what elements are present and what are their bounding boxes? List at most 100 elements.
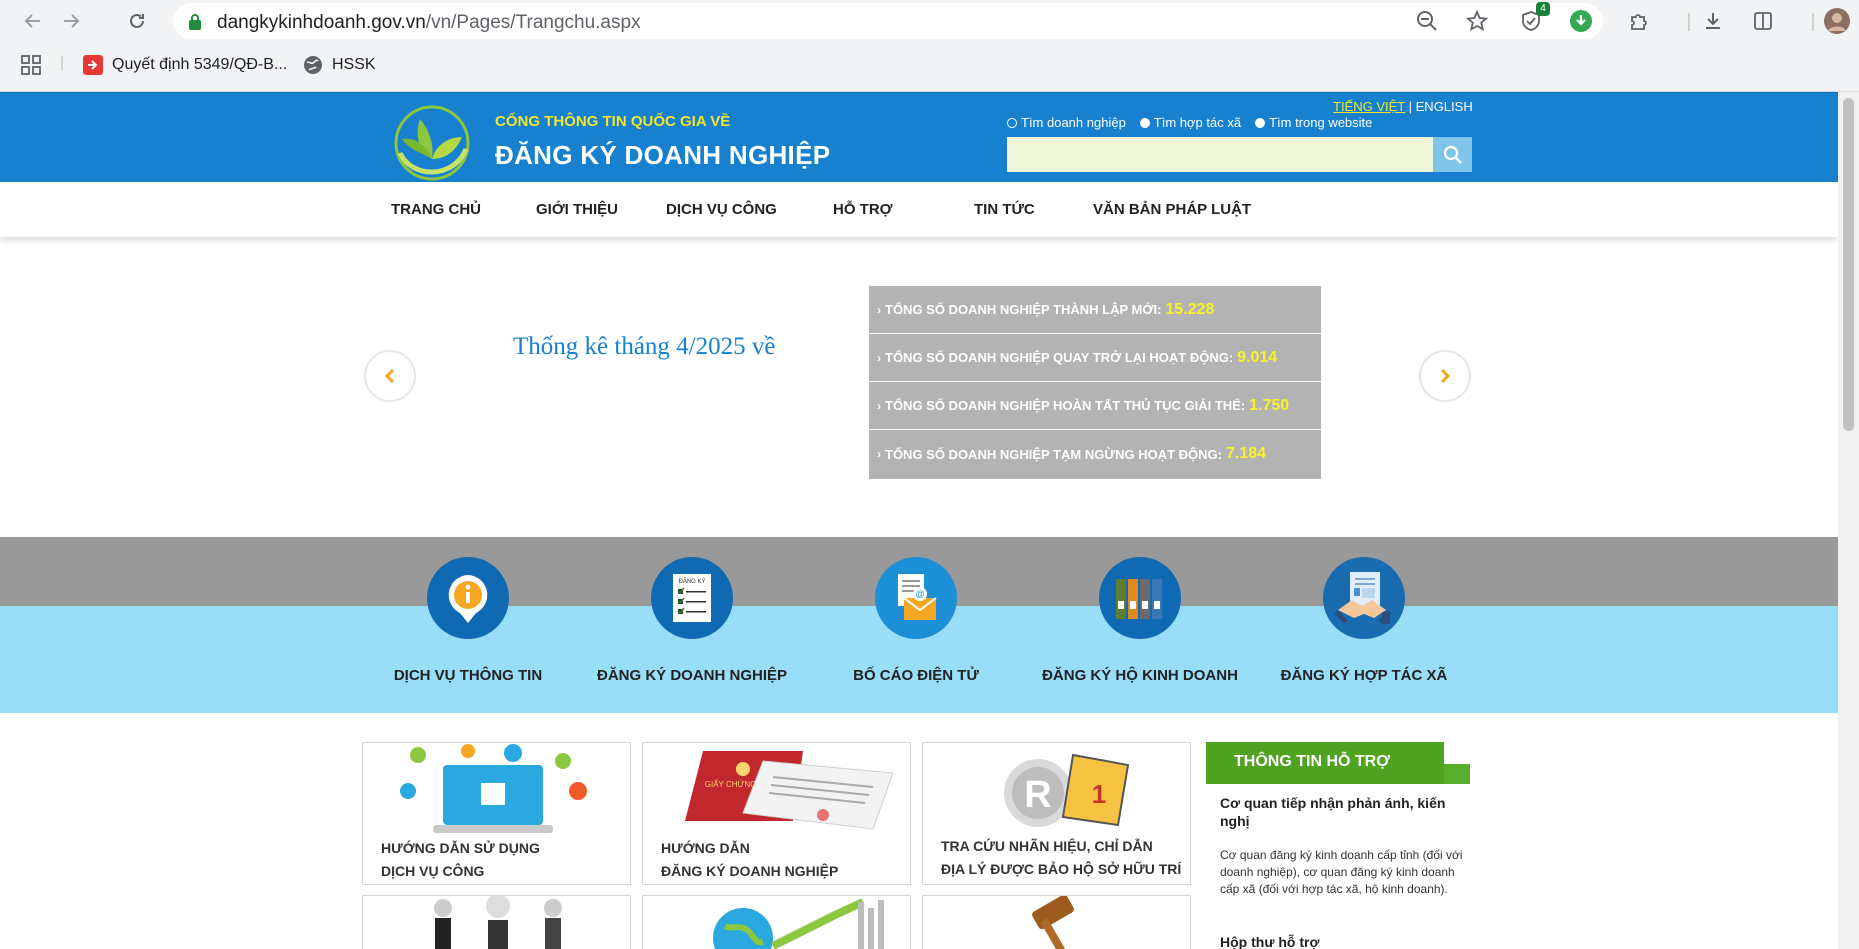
card-caption: HƯỚNG DẪN SỬ DỤNG DỊCH VỤ CÔNG bbox=[381, 840, 540, 879]
support-answer: Cơ quan đăng ký kinh doanh cấp tỉnh (đối… bbox=[1220, 848, 1463, 896]
profile-avatar[interactable] bbox=[1822, 6, 1852, 36]
stat-row[interactable]: › TỔNG SỐ DOANH NGHIỆP HOÀN TẤT THỦ TỤC G… bbox=[869, 382, 1321, 430]
lang-english-link[interactable]: ENGLISH bbox=[1416, 99, 1473, 114]
guide-card-row2[interactable] bbox=[922, 895, 1191, 949]
guide-card-dich-vu-cong[interactable]: HƯỚNG DẪN SỬ DỤNG DỊCH VỤ CÔNG bbox=[362, 742, 631, 885]
bookmarks-bar: | Quyết định 5349/QĐ-B... HSSK bbox=[0, 42, 1859, 92]
pdf-icon bbox=[82, 54, 104, 76]
web-page: CỔNG THÔNG TIN QUỐC GIA VỀ ĐĂNG KÝ DOANH… bbox=[0, 92, 1838, 949]
language-switcher: TIẾNG VIỆT | ENGLISH bbox=[1333, 99, 1473, 114]
radio-tim-hop-tac-xa[interactable]: Tìm hợp tác xã bbox=[1139, 115, 1241, 130]
radio-circle[interactable] bbox=[1255, 117, 1266, 128]
slider-next-button[interactable] bbox=[1419, 350, 1471, 402]
chevron-right-icon: › bbox=[877, 398, 881, 413]
back-icon[interactable] bbox=[18, 6, 48, 36]
stat-row[interactable]: › TỔNG SỐ DOANH NGHIỆP THÀNH LẬP MỚI: 15.2… bbox=[869, 286, 1321, 334]
search-button[interactable] bbox=[1433, 137, 1472, 172]
downloads-icon[interactable] bbox=[1698, 6, 1728, 36]
nav-van-ban-phap-luat[interactable]: VĂN BẢN PHÁP LUẬT bbox=[1093, 201, 1251, 218]
svg-text:R: R bbox=[1024, 774, 1051, 816]
nav-gioi-thieu[interactable]: GIỚI THIỆU bbox=[536, 201, 618, 218]
apps-grid-icon[interactable] bbox=[20, 54, 42, 76]
radio-tim-trong-website[interactable]: Tìm trong website bbox=[1255, 115, 1372, 130]
url-text: dangkykinhdoanh.gov.vn/vn/Pages/Trangchu… bbox=[217, 12, 641, 33]
site-logo[interactable] bbox=[392, 101, 474, 183]
certificate-illustration: GIẤY CHỨNG NHẬN bbox=[685, 751, 894, 830]
bookmark-label: HSSK bbox=[332, 56, 376, 73]
guide-card-row2[interactable] bbox=[642, 895, 911, 949]
business-people-illustration bbox=[434, 896, 562, 949]
search-input[interactable] bbox=[1007, 137, 1433, 172]
support-header: THÔNG TIN HỖ TRỢ bbox=[1206, 742, 1470, 784]
lang-vietnamese-link[interactable]: TIẾNG VIỆT bbox=[1333, 99, 1405, 114]
email-document-icon: @ bbox=[875, 557, 957, 639]
support-header-notch bbox=[1444, 742, 1470, 764]
support-heading: THÔNG TIN HỖ TRỢ bbox=[1206, 742, 1444, 784]
service-dang-ky-doanh-nghiep[interactable]: ĐĂNG KÝ ĐĂNG KÝ DOANH NGHIỆP bbox=[577, 557, 807, 684]
gavel-icon bbox=[1032, 896, 1074, 949]
service-bo-cao-dien-tu[interactable]: @ BỐ CÁO ĐIỆN TỬ bbox=[801, 557, 1031, 684]
stats-heading: Thống kê tháng 4/2025 về bbox=[513, 333, 776, 360]
search-icon bbox=[1443, 145, 1462, 164]
side-panel-icon[interactable] bbox=[1748, 6, 1778, 36]
svg-text:@: @ bbox=[915, 589, 924, 599]
card-caption: HƯỚNG DẪN ĐĂNG KÝ DOANH NGHIỆP bbox=[661, 840, 839, 879]
binders-icon bbox=[1099, 557, 1181, 639]
laptop-services-illustration bbox=[400, 744, 587, 833]
radio-circle[interactable] bbox=[1007, 117, 1017, 128]
svg-text:1: 1 bbox=[1092, 779, 1106, 809]
nav-dich-vu-cong[interactable]: DỊCH VỤ CÔNG bbox=[666, 201, 777, 218]
zoom-out-icon[interactable] bbox=[1412, 6, 1442, 36]
radio-tim-doanh-nghiep[interactable]: Tìm doanh nghiệp bbox=[1007, 115, 1126, 130]
site-header: CỔNG THÔNG TIN QUỐC GIA VỀ ĐĂNG KÝ DOANH… bbox=[0, 92, 1838, 182]
chevron-left-icon bbox=[384, 368, 395, 384]
site-subtitle: CỔNG THÔNG TIN QUỐC GIA VỀ bbox=[495, 113, 731, 130]
handshake-contract-icon bbox=[1323, 557, 1405, 639]
lang-separator: | bbox=[1408, 99, 1413, 114]
service-dich-vu-thong-tin[interactable]: DỊCH VỤ THÔNG TIN bbox=[353, 557, 583, 684]
bookmark-label: Quyết định 5349/QĐ-B... bbox=[112, 56, 288, 73]
main-nav: TRANG CHỦ GIỚI THIỆU DỊCH VỤ CÔNG HỖ TRỢ… bbox=[0, 182, 1838, 237]
checklist-document-icon: ĐĂNG KÝ bbox=[651, 557, 733, 639]
chevron-right-icon: › bbox=[877, 447, 881, 461]
globe-growth-illustration bbox=[713, 898, 884, 949]
bookmark-star-icon[interactable] bbox=[1462, 6, 1492, 36]
site-info-icon[interactable] bbox=[187, 13, 203, 36]
slider-prev-button[interactable] bbox=[364, 350, 416, 402]
service-dang-ky-hop-tac-xa[interactable]: ĐĂNG KÝ HỢP TÁC XÃ bbox=[1249, 557, 1479, 684]
support-mailbox[interactable]: Hộp thư hỗ trợ bbox=[1220, 934, 1319, 949]
download-extension-icon[interactable] bbox=[1566, 6, 1596, 36]
page-scrollbar[interactable] bbox=[1838, 92, 1859, 949]
extensions-puzzle-icon[interactable] bbox=[1624, 6, 1654, 36]
forward-icon[interactable] bbox=[56, 6, 86, 36]
browser-toolbar: dangkykinhdoanh.gov.vn/vn/Pages/Trangchu… bbox=[0, 0, 1859, 42]
stat-row[interactable]: › TỔNG SỐ DOANH NGHIỆP TẠM NGỪNG HOẠT ĐỘN… bbox=[869, 430, 1321, 478]
address-bar[interactable]: dangkykinhdoanh.gov.vn/vn/Pages/Trangchu… bbox=[173, 3, 1603, 39]
nav-trang-chu[interactable]: TRANG CHỦ bbox=[391, 201, 481, 218]
globe-icon bbox=[302, 54, 324, 76]
scrollbar-thumb[interactable] bbox=[1843, 98, 1854, 431]
svg-text:ĐĂNG KÝ: ĐĂNG KÝ bbox=[678, 578, 705, 585]
service-dang-ky-ho-kinh-doanh[interactable]: ĐĂNG KÝ HỘ KINH DOANH bbox=[1025, 557, 1255, 684]
bookmark-hssk[interactable]: HSSK bbox=[302, 54, 376, 76]
chevron-right-icon bbox=[1440, 368, 1451, 384]
extension-badge: 4 bbox=[1536, 2, 1550, 16]
trademark-illustration: R 1 bbox=[1004, 753, 1130, 827]
site-title[interactable]: ĐĂNG KÝ DOANH NGHIỆP bbox=[495, 140, 830, 171]
stat-row[interactable]: › TỔNG SỐ DOANH NGHIỆP QUAY TRỞ LẠI HOẠT … bbox=[869, 334, 1321, 382]
card-caption: TRA CỨU NHÃN HIỆU, CHỈ DẪN ĐỊA LÝ ĐƯỢC BẢ… bbox=[941, 838, 1182, 877]
info-bubble-icon bbox=[427, 557, 509, 639]
nav-ho-tro[interactable]: HỖ TRỢ bbox=[833, 201, 892, 218]
guide-card-row2[interactable] bbox=[362, 895, 631, 949]
bookmark-quyet-dinh[interactable]: Quyết định 5349/QĐ-B... bbox=[82, 54, 287, 76]
guide-card-tra-cuu-nhan-hieu[interactable]: R 1 TRA CỨU NHÃN HIỆU, CHỈ DẪN ĐỊA LÝ ĐƯỢ… bbox=[922, 742, 1191, 885]
guide-card-dang-ky-doanh-nghiep[interactable]: GIẤY CHỨNG NHẬN HƯỚNG DẪN ĐĂNG KÝ DOANH N… bbox=[642, 742, 911, 885]
support-question[interactable]: Cơ quan tiếp nhận phản ánh, kiến nghị bbox=[1220, 794, 1470, 830]
radio-circle[interactable] bbox=[1139, 117, 1150, 128]
nav-tin-tuc[interactable]: TIN TỨC bbox=[974, 201, 1035, 218]
bookmarks-divider: | bbox=[60, 54, 65, 71]
chevron-right-icon: › bbox=[877, 302, 881, 317]
search-scope-options: Tìm doanh nghiệp Tìm hợp tác xã Tìm tron… bbox=[1007, 115, 1372, 130]
chevron-right-icon: › bbox=[877, 350, 881, 365]
reload-icon[interactable] bbox=[122, 6, 152, 36]
